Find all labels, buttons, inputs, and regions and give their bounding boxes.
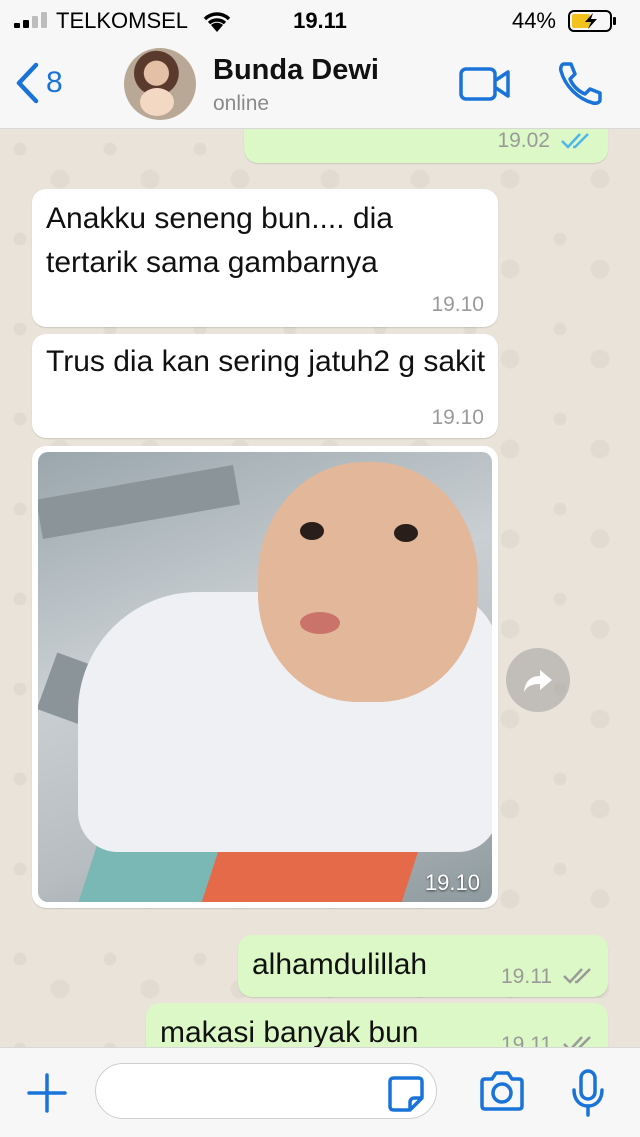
message-time: 19.11 [501, 965, 552, 988]
message-time: 19.10 [431, 406, 484, 429]
chevron-left-icon [16, 62, 39, 104]
baby-photo[interactable]: 19.10 [38, 452, 492, 902]
back-button[interactable]: 8 [14, 58, 63, 108]
message-bubble-outgoing[interactable]: 19.02 [244, 129, 608, 163]
contact-name[interactable]: Bunda Dewi [213, 54, 379, 87]
message-bubble-incoming[interactable]: Trus dia kan sering jatuh2 g sakit 19.10 [32, 334, 498, 438]
delivered-ticks-icon [563, 1036, 591, 1047]
message-time: 19.10 [424, 870, 480, 895]
battery-percentage: 44% [511, 8, 556, 33]
input-bar [0, 1047, 640, 1137]
status-bar: TELKOMSEL 19.11 44% [0, 0, 640, 40]
camera-icon[interactable] [478, 1070, 526, 1112]
avatar[interactable] [124, 48, 196, 120]
message-time: 19.10 [431, 293, 484, 316]
contact-status: online [213, 92, 270, 115]
microphone-icon[interactable] [570, 1068, 606, 1118]
battery-icon [568, 10, 616, 32]
read-ticks-icon [561, 133, 589, 149]
message-text: alhamdulillah [252, 948, 428, 981]
delivered-ticks-icon [563, 968, 591, 984]
plus-icon[interactable] [26, 1072, 68, 1114]
message-time: 19.02 [497, 129, 550, 152]
message-bubble-incoming[interactable]: Anakku seneng bun.... dia tertarik sama … [32, 189, 498, 327]
phone-icon[interactable] [556, 58, 606, 108]
forward-button[interactable] [506, 648, 570, 712]
message-text: Trus dia kan sering jatuh2 g sakit [46, 345, 486, 378]
chat-area[interactable]: 19.02 Anakku seneng bun.... dia tertarik… [0, 129, 640, 1047]
message-text: Anakku seneng bun.... dia tertarik sama … [46, 202, 393, 279]
message-text: makasi banyak bun [160, 1016, 419, 1047]
video-call-icon[interactable] [458, 66, 512, 102]
photo-message[interactable]: 19.10 [32, 446, 498, 908]
message-time: 19.11 [501, 1033, 552, 1047]
message-bubble-outgoing[interactable]: makasi banyak bun 19.11 [146, 1003, 608, 1047]
message-bubble-outgoing[interactable]: alhamdulillah 19.11 [238, 935, 608, 997]
sticker-icon[interactable] [386, 1074, 426, 1114]
unread-count: 8 [46, 66, 63, 99]
forward-arrow-icon [524, 670, 552, 692]
chat-header: 8 Bunda Dewi online [0, 40, 640, 129]
